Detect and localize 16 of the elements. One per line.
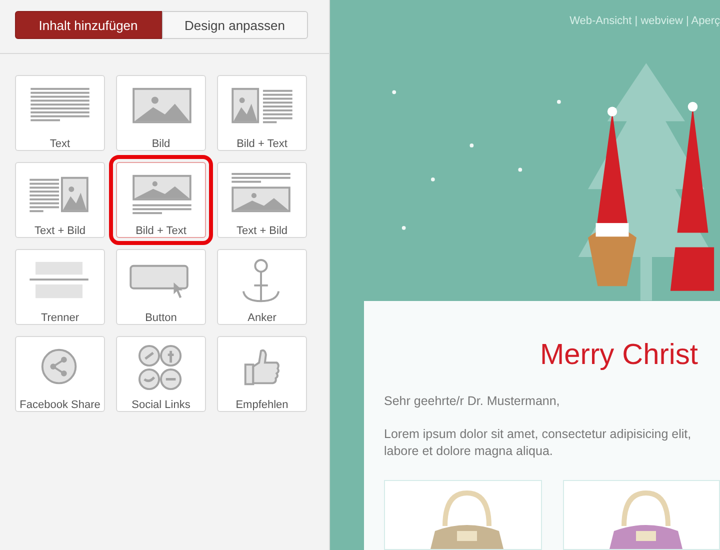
- tab[interactable]: Design anpassen: [162, 11, 308, 39]
- content-block-tile[interactable]: Anker: [217, 249, 307, 325]
- content-block-tile[interactable]: Facebook Share: [15, 336, 105, 412]
- content-block-tile[interactable]: Bild: [116, 75, 206, 151]
- content-block-tile[interactable]: Text: [15, 75, 105, 151]
- content-block-tile[interactable]: Text + Bild: [15, 162, 105, 238]
- content-block-tile[interactable]: Social Links: [116, 336, 206, 412]
- content-block-tile[interactable]: Empfehlen: [217, 336, 307, 412]
- body-text: Lorem ipsum dolor sit amet, consectetur adipisicing elit, labore et dolore magna aliqua.: [384, 426, 692, 460]
- content-block-tile[interactable]: Text + Bild: [217, 162, 307, 238]
- tab[interactable]: Inhalt hinzufügen: [15, 11, 162, 39]
- content-block-tile[interactable]: Bild + Text: [217, 75, 307, 151]
- greeting-text: Sehr geehrte/r Dr. Mustermann,: [384, 394, 561, 408]
- content-block-tile[interactable]: Button: [116, 249, 206, 325]
- email-title: Merry Christ: [540, 339, 699, 372]
- content-block-tile[interactable]: Trenner: [15, 249, 105, 325]
